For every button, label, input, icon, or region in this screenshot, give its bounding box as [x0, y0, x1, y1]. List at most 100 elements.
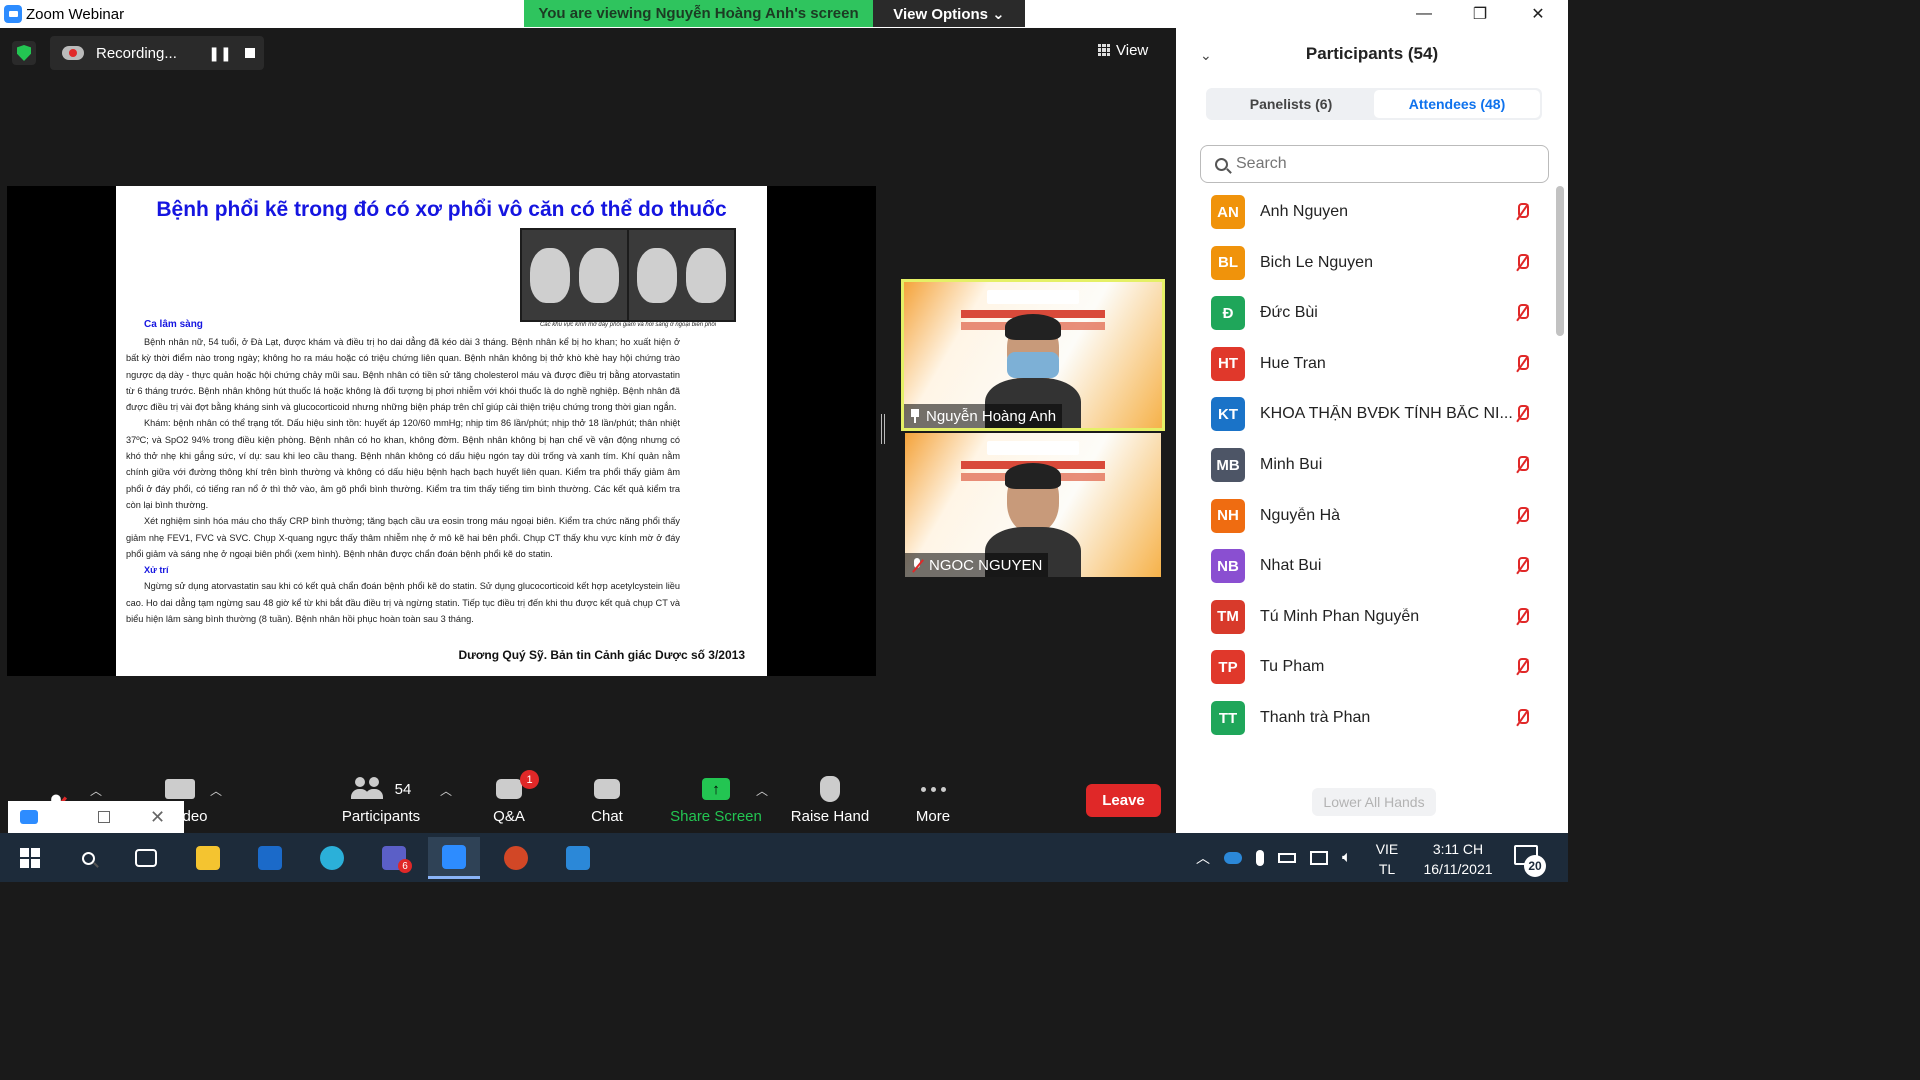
participant-name: Nguyễn Hà	[1260, 506, 1341, 524]
chevron-up-icon[interactable]: ︿	[1196, 848, 1210, 868]
share-options-caret[interactable]: ︿	[756, 782, 768, 799]
photos-button[interactable]	[552, 837, 604, 879]
participant-name: Bich Le Nguyen	[1260, 253, 1373, 271]
avatar: TM	[1211, 599, 1245, 634]
avatar: MB	[1211, 448, 1245, 482]
windows-icon	[20, 848, 40, 868]
participant-scrollbar[interactable]	[1556, 186, 1564, 766]
outlook-button[interactable]	[244, 837, 296, 879]
participant-row[interactable]: TP Tu Pham	[1176, 642, 1556, 692]
participant-row[interactable]: TT Thanh trà Phan	[1176, 693, 1556, 743]
chat-button[interactable]: Chat	[582, 766, 632, 833]
splitter-handle[interactable]	[881, 414, 885, 444]
minimize-button[interactable]: —	[1401, 0, 1447, 28]
participant-row[interactable]: NH Nguyễn Hà	[1176, 491, 1556, 541]
start-button[interactable]	[4, 837, 56, 879]
participant-row[interactable]: MB Minh Bui	[1176, 440, 1556, 490]
avatar: NH	[1211, 498, 1245, 533]
windows-taskbar: 6 ︿ 🔈︎ VIE TL 3:11 CH 16/11/2021 20	[0, 833, 1568, 882]
viewing-screen-banner: You are viewing Nguyễn Hoàng Anh's scree…	[524, 0, 873, 27]
participant-row[interactable]: HT Hue Tran	[1176, 339, 1556, 389]
task-view-button[interactable]	[120, 837, 172, 879]
clock[interactable]: 3:11 CH 16/11/2021	[1410, 839, 1506, 879]
slide-source: Dương Quý Sỹ. Bản tin Cảnh giác Dược số …	[458, 648, 745, 662]
participant-row[interactable]: NB Nhat Bui	[1176, 541, 1556, 591]
mic-muted-icon[interactable]	[1514, 354, 1530, 374]
maximize-icon[interactable]	[98, 811, 110, 823]
chat-icon	[594, 779, 620, 799]
minimized-window[interactable]: ✕	[8, 801, 184, 833]
pin-icon	[910, 409, 920, 423]
teams-button[interactable]: 6	[368, 837, 420, 879]
view-options-button[interactable]: View Options ⌄	[873, 0, 1025, 27]
tab-panelists[interactable]: Panelists (6)	[1208, 90, 1374, 118]
participant-row[interactable]: BL Bich Le Nguyen	[1176, 238, 1556, 288]
video-options-caret[interactable]: ︿	[210, 782, 222, 799]
case-body: Bệnh nhân nữ, 54 tuổi, ở Đà Lạt, được kh…	[126, 334, 680, 627]
keyboard-layout: TL	[1378, 861, 1396, 877]
mic-muted-icon[interactable]	[1514, 202, 1530, 222]
qa-icon	[496, 779, 522, 799]
ct-scan-image	[520, 228, 736, 322]
notification-count: 20	[1524, 855, 1546, 877]
mic-muted-icon[interactable]	[1514, 404, 1530, 424]
video-tile-second[interactable]: NGOC NGUYEN	[905, 433, 1161, 577]
participant-name: Minh Bui	[1260, 456, 1323, 473]
participant-row[interactable]: AN Anh Nguyen	[1176, 187, 1556, 237]
cloud-record-icon	[62, 46, 84, 60]
stop-recording-button[interactable]	[236, 36, 264, 70]
microphone-icon[interactable]	[1256, 849, 1264, 866]
raise-hand-label: Raise Hand	[790, 808, 870, 825]
powerpoint-button[interactable]	[490, 837, 542, 879]
panel-title: Participants (54)	[1305, 44, 1439, 63]
restore-button[interactable]: ❐	[1457, 0, 1503, 28]
participant-row[interactable]: TM Tú Minh Phan Nguyễn	[1176, 592, 1556, 642]
onedrive-icon[interactable]	[1224, 851, 1242, 864]
more-button[interactable]: More	[908, 766, 958, 833]
network-icon[interactable]	[1310, 850, 1328, 865]
participant-row[interactable]: KT KHOA THẬN BVĐK TỈNH BẮC NI...	[1176, 389, 1556, 439]
mic-muted-icon	[911, 557, 923, 573]
audio-options-caret[interactable]: ︿	[90, 782, 102, 799]
battery-icon[interactable]	[1278, 852, 1296, 863]
participants-button[interactable]: 54 Participants	[336, 766, 426, 833]
share-screen-button[interactable]: ↑ Share Screen	[670, 766, 762, 833]
pause-recording-button[interactable]: ❚❚	[204, 36, 236, 70]
presentation-slide: Bệnh phổi kẽ trong đó có xơ phổi vô căn …	[116, 186, 767, 676]
close-button[interactable]: ✕	[1515, 0, 1561, 28]
slide-title: Bệnh phổi kẽ trong đó có xơ phổi vô căn …	[156, 198, 727, 221]
mic-muted-icon[interactable]	[1514, 556, 1530, 576]
lower-all-hands-button[interactable]: Lower All Hands	[1312, 788, 1436, 816]
recording-indicator: Recording... ❚❚	[50, 36, 264, 70]
mic-muted-icon[interactable]	[1514, 253, 1530, 273]
mic-muted-icon[interactable]	[1514, 708, 1530, 728]
mic-muted-icon[interactable]	[1514, 607, 1530, 627]
raise-hand-button[interactable]: Raise Hand	[790, 766, 870, 833]
participants-options-caret[interactable]: ︿	[440, 782, 452, 799]
search-box[interactable]	[1200, 145, 1549, 183]
participant-row[interactable]: Đ Đức Bùi	[1176, 288, 1556, 338]
close-icon[interactable]: ✕	[150, 807, 165, 828]
avatar: BL	[1211, 245, 1245, 280]
tab-attendees[interactable]: Attendees (48)	[1374, 90, 1540, 118]
leave-button[interactable]: Leave	[1086, 784, 1161, 817]
search-input[interactable]	[1236, 155, 1536, 173]
view-button[interactable]: View	[1098, 36, 1168, 64]
meeting-area: Recording... ❚❚ View Bệnh phổi kẽ trong …	[0, 28, 1176, 833]
mic-muted-icon[interactable]	[1514, 506, 1530, 526]
video-tile-speaker[interactable]: Nguyễn Hoàng Anh	[901, 279, 1165, 431]
mic-muted-icon[interactable]	[1514, 303, 1530, 323]
share-screen-icon: ↑	[702, 778, 730, 800]
mic-muted-icon[interactable]	[1514, 455, 1530, 475]
zoom-taskbar-button[interactable]	[428, 837, 480, 879]
edge-button[interactable]	[306, 837, 358, 879]
participant-name: Tú Minh Phan Nguyễn	[1260, 607, 1420, 625]
participant-name: Thanh trà Phan	[1260, 709, 1371, 726]
file-explorer-button[interactable]	[182, 837, 234, 879]
participant-name: Đức Bùi	[1260, 304, 1318, 322]
mic-muted-icon[interactable]	[1514, 657, 1530, 677]
security-shield-icon[interactable]	[12, 41, 36, 65]
volume-icon[interactable]: 🔈︎	[1342, 849, 1352, 867]
language-indicator[interactable]: VIE TL	[1372, 839, 1402, 879]
search-taskbar-button[interactable]	[62, 837, 114, 879]
